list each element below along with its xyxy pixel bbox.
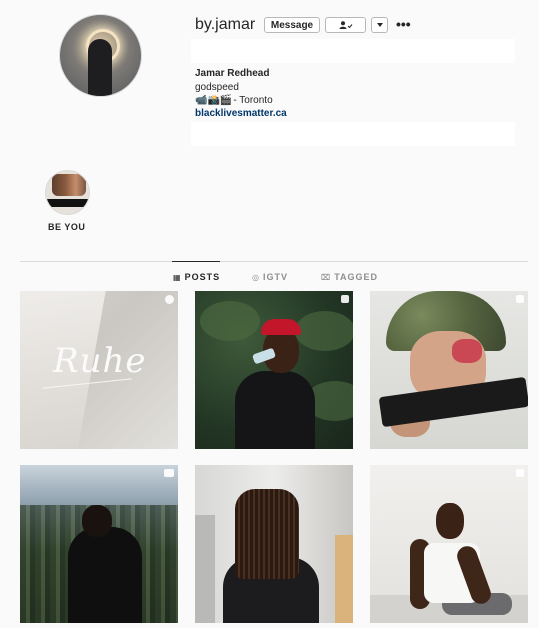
tab-posts[interactable]: ▦ POSTS [173,272,220,282]
bio-location-line: 📹📸🎬 - Toronto [195,95,273,106]
tab-igtv[interactable]: ◎ IGTV [252,272,288,282]
person-head [82,505,112,537]
blank-stats-area [191,39,515,63]
following-button[interactable] [325,17,366,33]
tab-posts-label: POSTS [184,272,221,282]
highlight-strip [46,199,89,207]
profile-full-name: Jamar Redhead [195,68,270,79]
person-hoodie [235,371,315,449]
person-locs [235,489,299,579]
highlight-cover [52,174,86,196]
carousel-icon [341,295,349,303]
bio-text: godspeed [195,82,239,93]
story-highlight-label: BE YOU [48,222,86,232]
message-button[interactable]: Message [264,17,320,33]
post-tile[interactable] [195,465,353,623]
suggested-dropdown-button[interactable] [371,17,388,33]
red-cap [261,319,301,335]
wooden-frame [335,535,353,623]
post-tile[interactable] [370,465,528,623]
tag-icon: ⌧ [321,272,332,282]
post-tile[interactable]: Ruhe [20,291,178,449]
igtv-icon [164,469,174,477]
face-paint [452,339,482,363]
carousel-icon [516,469,524,477]
tab-tagged-label: TAGGED [334,272,379,282]
post-tile[interactable] [20,465,178,623]
story-highlight[interactable] [45,170,90,215]
tab-tagged[interactable]: ⌧ TAGGED [321,272,378,282]
blank-mutual-area [191,122,515,146]
profile-avatar[interactable] [59,14,142,97]
foliage [295,311,353,351]
grid-icon: ▦ [173,272,182,282]
profile-username: by.jamar [195,16,256,33]
camera-emoji-icon: 📹📸🎬 [195,95,233,106]
person-silhouette [68,527,142,623]
carousel-icon [516,295,524,303]
post-tile[interactable] [370,291,528,449]
post-caption-script: Ruhe [53,341,147,381]
active-tab-indicator [172,261,220,262]
bio-location: - Toronto [233,95,273,106]
silhouette [88,39,112,96]
foliage [200,301,260,341]
person-head [436,503,464,539]
more-options-icon[interactable]: ••• [396,16,411,32]
carousel-icon [165,295,174,304]
igtv-icon: ◎ [252,272,260,282]
profile-website-link[interactable]: blacklivesmatter.ca [195,108,287,119]
tabs-divider [20,261,528,262]
tab-igtv-label: IGTV [262,272,288,282]
caret-down-icon [376,23,383,27]
post-tile[interactable] [195,291,353,449]
doorway [195,515,215,623]
person-check-icon [339,21,352,29]
